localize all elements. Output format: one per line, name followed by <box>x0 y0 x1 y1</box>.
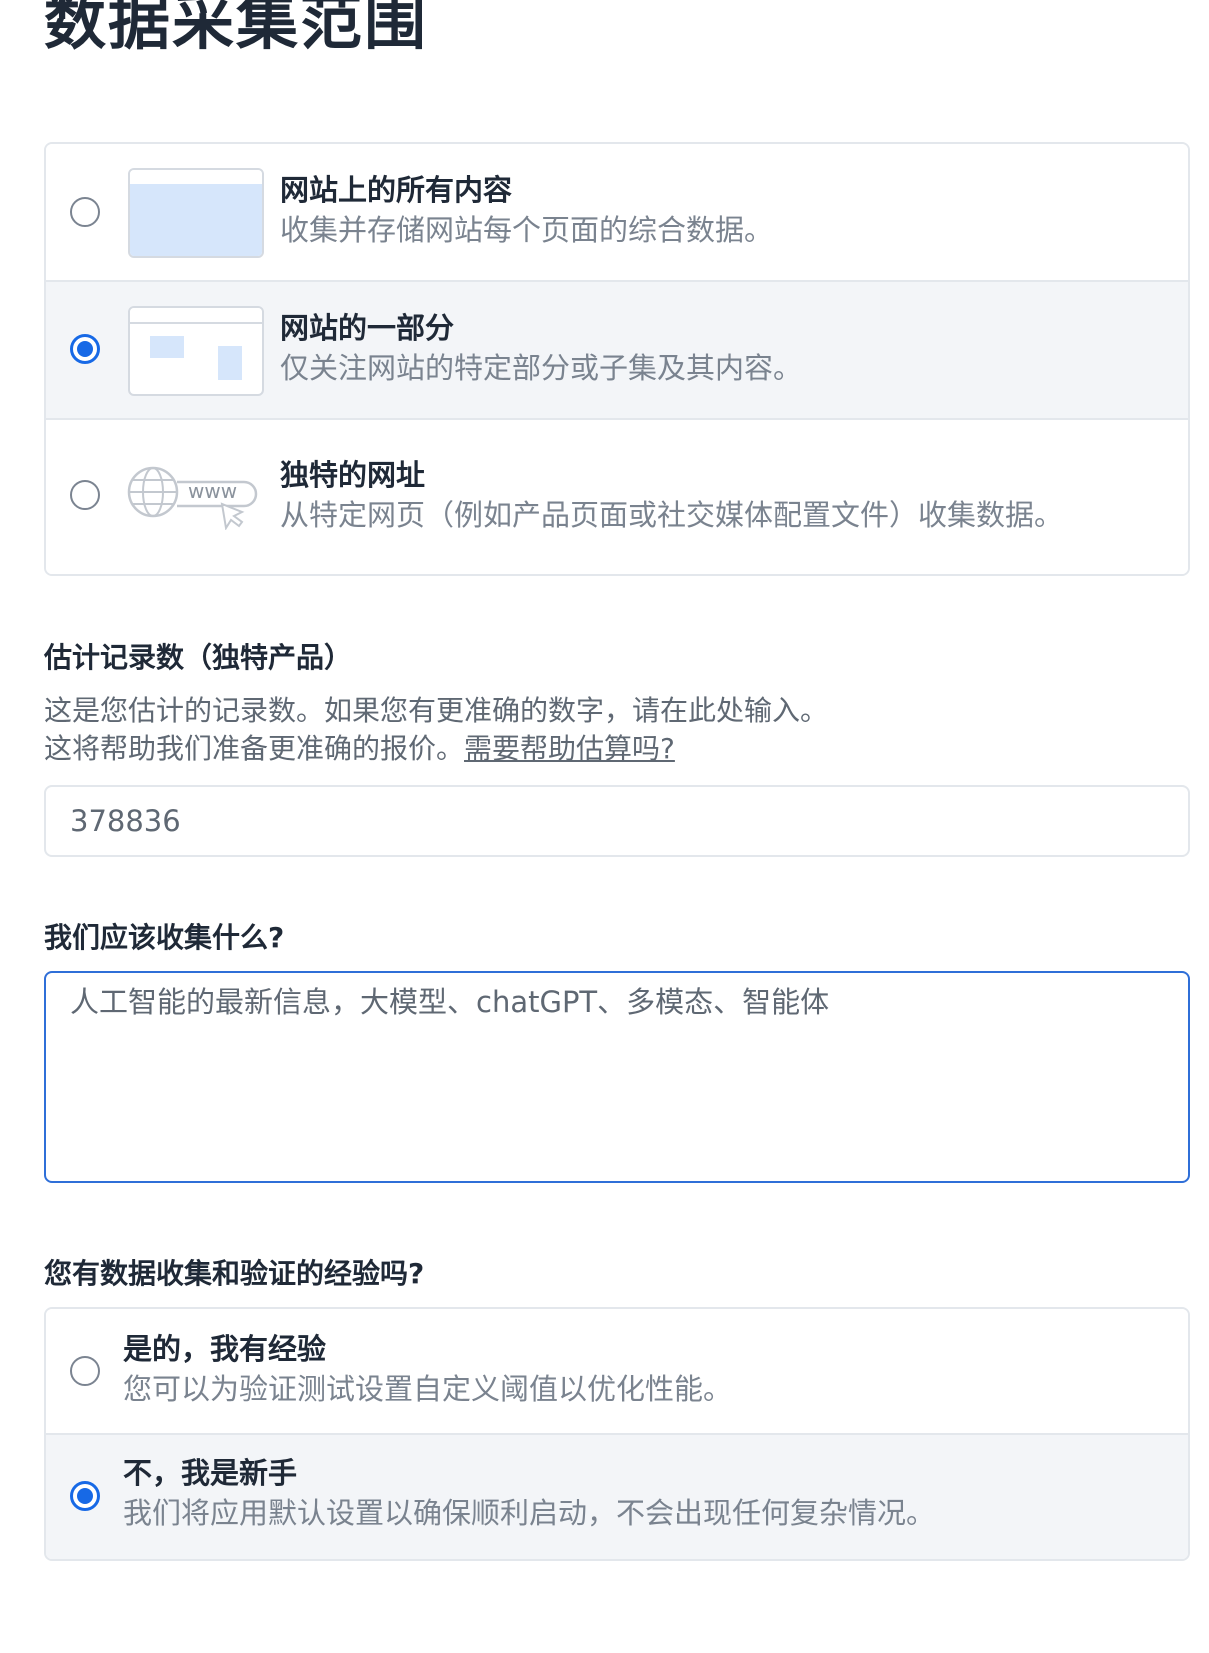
experience-radio-yes[interactable] <box>70 1356 100 1386</box>
scope-option-all-content[interactable]: 网站上的所有内容 收集并存储网站每个页面的综合数据。 <box>46 144 1188 282</box>
scope-radio-unique-url[interactable] <box>70 480 100 510</box>
scope-radio-all-content[interactable] <box>70 197 100 227</box>
collect-label: 我们应该收集什么? <box>44 921 285 954</box>
scope-option-description: 从特定网页（例如产品页面或社交媒体配置文件）收集数据。 <box>280 498 1064 532</box>
scope-option-group: 网站上的所有内容 收集并存储网站每个页面的综合数据。 网站的一部分 仅关注网站的… <box>44 142 1190 576</box>
collect-textarea[interactable]: 人工智能的最新信息，大模型、chatGPT、多模态、智能体 <box>44 971 1190 1183</box>
experience-option-yes[interactable]: 是的，我有经验 您可以为验证测试设置自定义阈值以优化性能。 <box>46 1309 1188 1435</box>
www-globe-cursor-icon: www <box>127 466 258 530</box>
scope-option-unique-url[interactable]: www 独特的网址 从特定网页（例如产品页面或社交媒体配置文件）收集数据。 <box>46 420 1188 574</box>
experience-option-description: 我们将应用默认设置以确保顺利启动，不会出现任何复杂情况。 <box>123 1496 936 1530</box>
scope-option-part-of-site[interactable]: 网站的一部分 仅关注网站的特定部分或子集及其内容。 <box>46 282 1188 420</box>
records-help-line1: 这是您估计的记录数。如果您有更准确的数字，请在此处输入。 <box>44 694 829 727</box>
estimate-help-link[interactable]: 需要帮助估算吗? <box>464 732 675 765</box>
scope-radio-part-of-site[interactable] <box>70 334 100 364</box>
experience-option-no[interactable]: 不，我是新手 我们将应用默认设置以确保顺利启动，不会出现任何复杂情况。 <box>46 1435 1188 1559</box>
records-input[interactable]: 378836 <box>44 785 1190 857</box>
experience-radio-no[interactable] <box>70 1481 100 1511</box>
scope-option-title: 网站上的所有内容 <box>280 173 513 207</box>
experience-option-title: 不，我是新手 <box>123 1456 298 1490</box>
experience-option-description: 您可以为验证测试设置自定义阈值以优化性能。 <box>123 1372 733 1406</box>
scope-option-title: 独特的网址 <box>280 458 426 492</box>
page-title: 数据采集范围 <box>44 0 429 58</box>
records-help-text: 这将帮助我们准备更准确的报价。 <box>44 732 465 765</box>
partial-page-thumbnail-icon <box>128 306 264 396</box>
full-page-thumbnail-icon <box>128 168 264 258</box>
scope-option-title: 网站的一部分 <box>280 311 455 345</box>
experience-option-title: 是的，我有经验 <box>123 1332 327 1366</box>
scope-option-description: 收集并存储网站每个页面的综合数据。 <box>280 213 774 247</box>
records-help-line2: 这将帮助我们准备更准确的报价。需要帮助估算吗? <box>44 730 675 768</box>
experience-label: 您有数据收集和验证的经验吗? <box>44 1257 425 1290</box>
www-icon-text: www <box>188 479 237 503</box>
records-label: 估计记录数（独特产品） <box>44 641 353 674</box>
scope-option-description: 仅关注网站的特定部分或子集及其内容。 <box>280 351 803 385</box>
experience-option-group: 是的，我有经验 您可以为验证测试设置自定义阈值以优化性能。 不，我是新手 我们将… <box>44 1307 1190 1561</box>
